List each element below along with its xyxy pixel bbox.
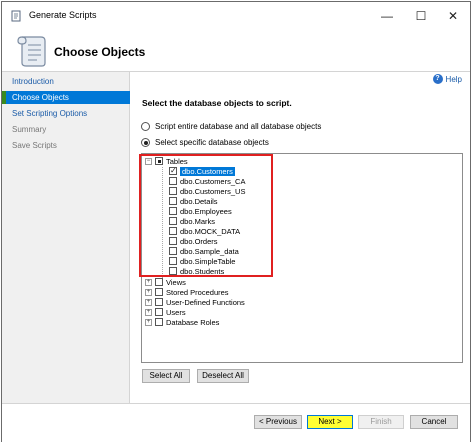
deselect-all-button[interactable]: Deselect All <box>197 369 249 383</box>
tree-node-label: Stored Procedures <box>166 287 229 297</box>
select-all-button[interactable]: Select All <box>142 369 190 383</box>
window-title: Generate Scripts <box>29 10 97 20</box>
help-icon: ? <box>432 74 443 84</box>
cancel-button[interactable]: Cancel <box>410 415 458 429</box>
tree-node-label: User-Defined Functions <box>166 297 245 307</box>
wizard-footer: < Previous Next > Finish Cancel <box>2 403 470 443</box>
checkbox[interactable] <box>155 298 163 306</box>
script-icon <box>11 10 21 22</box>
checkbox[interactable] <box>155 308 163 316</box>
generate-scripts-window: Generate Scripts — ☐ ✕ Choose Objects In… <box>1 1 471 443</box>
highlight-annotation <box>139 154 273 277</box>
tree-node-stored-procedures[interactable]: + Stored Procedures <box>145 287 229 297</box>
previous-button[interactable]: < Previous <box>254 415 302 429</box>
close-button[interactable]: ✕ <box>436 2 470 30</box>
sidebar-item-set-scripting-options[interactable]: Set Scripting Options <box>2 107 130 120</box>
next-button[interactable]: Next > <box>307 415 353 429</box>
tree-node-label: Views <box>166 277 186 287</box>
sidebar-item-save-scripts: Save Scripts <box>12 141 57 150</box>
expand-icon[interactable]: + <box>145 288 152 296</box>
tree-node-user-defined-functions[interactable]: + User-Defined Functions <box>145 297 245 307</box>
help-label: Help <box>445 74 462 84</box>
wizard-steps-sidebar: Introduction Choose Objects Set Scriptin… <box>2 72 130 403</box>
expand-icon[interactable]: + <box>145 318 152 326</box>
radio-button[interactable] <box>141 138 150 147</box>
expand-icon[interactable]: + <box>145 298 152 306</box>
help-link[interactable]: ? Help <box>432 74 462 84</box>
wizard-header: Choose Objects <box>2 30 470 72</box>
instruction-text: Select the database objects to script. <box>142 98 292 108</box>
expand-icon[interactable]: + <box>145 308 152 316</box>
radio-script-entire-database[interactable]: Script entire database and all database … <box>141 122 321 131</box>
tree-node-label: Users <box>166 307 186 317</box>
tree-node-label: Database Roles <box>166 317 220 327</box>
sidebar-item-summary: Summary <box>12 125 47 134</box>
finish-button: Finish <box>358 415 404 429</box>
radio-label: Select specific database objects <box>155 138 269 147</box>
tree-node-database-roles[interactable]: + Database Roles <box>145 317 219 327</box>
tree-node-users[interactable]: + Users <box>145 307 186 317</box>
radio-label: Script entire database and all database … <box>155 122 322 131</box>
checkbox[interactable] <box>155 278 163 286</box>
scroll-icon <box>17 36 46 67</box>
expand-icon[interactable]: + <box>145 278 152 286</box>
maximize-button[interactable]: ☐ <box>404 2 438 30</box>
checkbox[interactable] <box>155 318 163 326</box>
page-title: Choose Objects <box>54 45 146 59</box>
radio-button[interactable] <box>141 122 150 131</box>
tree-node-views[interactable]: + Views <box>145 277 186 287</box>
minimize-button[interactable]: — <box>370 2 404 30</box>
sidebar-item-choose-objects[interactable]: Choose Objects <box>2 91 130 104</box>
checkbox[interactable] <box>155 288 163 296</box>
sidebar-item-introduction[interactable]: Introduction <box>2 75 130 88</box>
radio-select-specific-objects[interactable]: Select specific database objects <box>141 138 269 147</box>
title-bar: Generate Scripts — ☐ ✕ <box>2 2 470 30</box>
